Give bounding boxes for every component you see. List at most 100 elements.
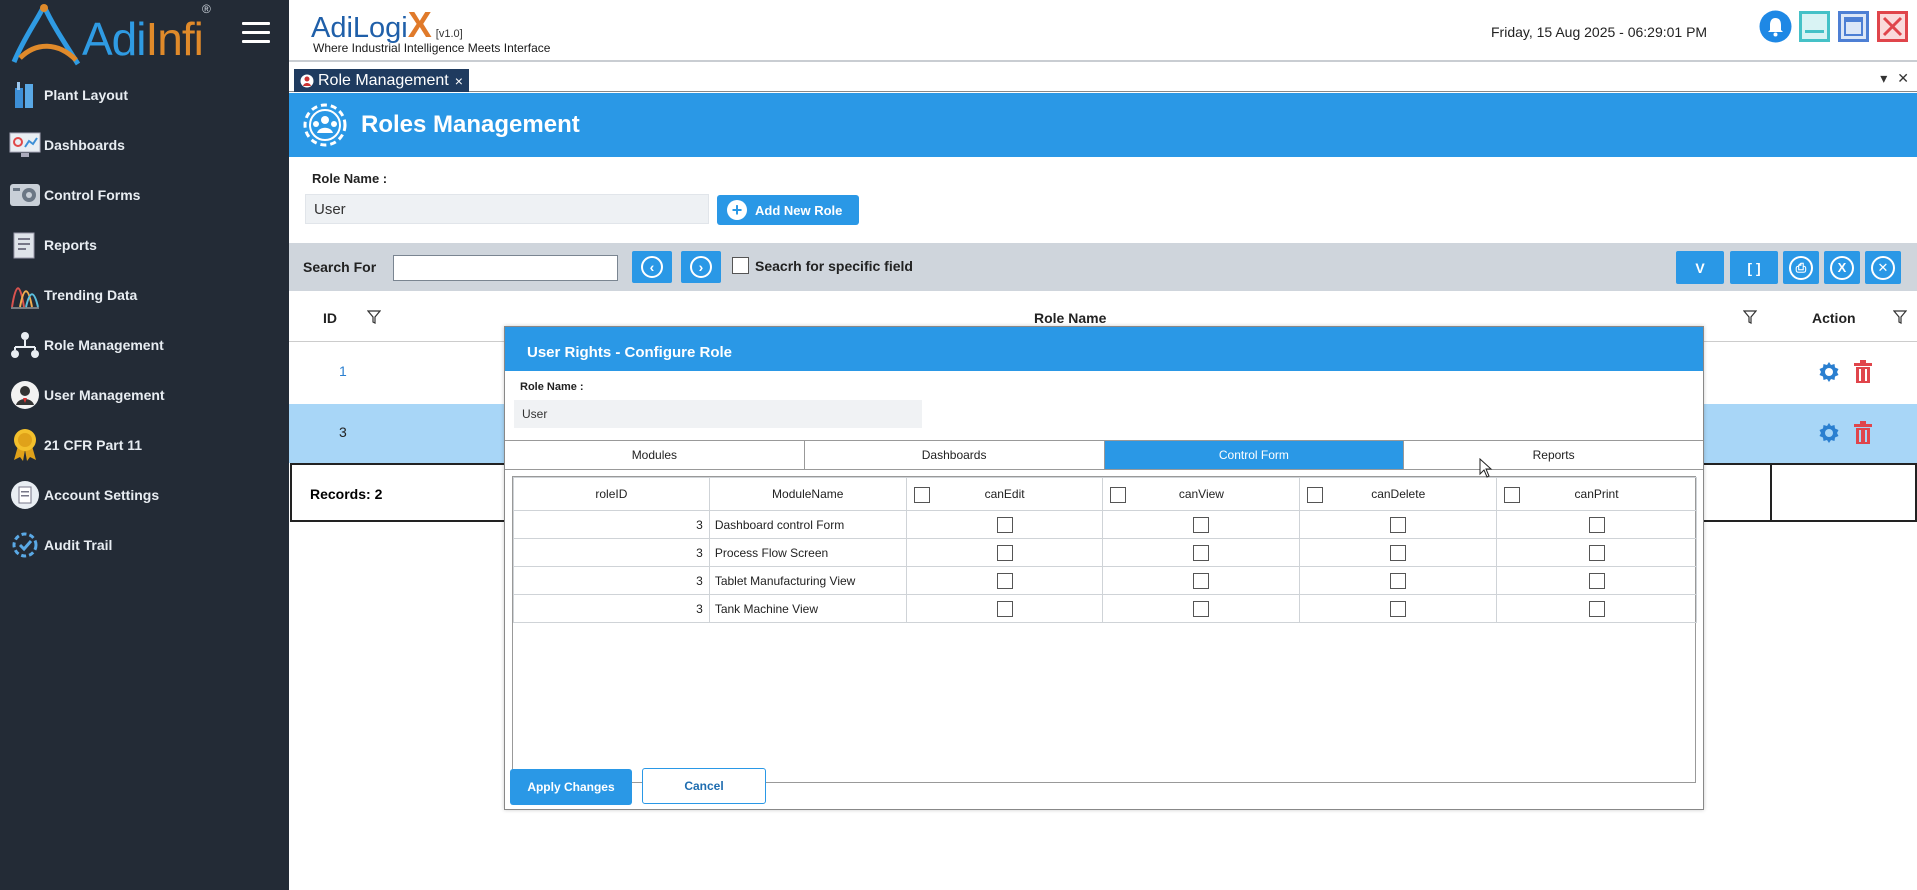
dialog-role-name-label: Role Name : <box>520 381 584 393</box>
canprint-checkbox[interactable] <box>1588 572 1605 589</box>
search-next-button[interactable]: › <box>681 251 721 283</box>
column-header-candelete[interactable]: canDelete <box>1299 477 1498 511</box>
specific-field-checkbox[interactable] <box>732 257 749 274</box>
column-header-id[interactable]: ID <box>323 310 337 326</box>
canprint-checkbox[interactable] <box>1588 544 1605 561</box>
canview-checkbox[interactable] <box>1193 544 1210 561</box>
tab-reports[interactable]: Reports <box>1404 441 1703 469</box>
tab-modules[interactable]: Modules <box>505 441 805 469</box>
filter-icon[interactable] <box>1893 310 1907 324</box>
chevron-left-icon: ‹ <box>641 256 663 278</box>
configure-gear-icon[interactable] <box>1817 360 1841 384</box>
role-id-cell: 3 <box>513 510 710 539</box>
column-header-roleid[interactable]: roleID <box>513 477 710 511</box>
candelete-checkbox[interactable] <box>1390 544 1407 561</box>
select-all-candelete-checkbox[interactable] <box>1307 487 1324 503</box>
sidebar-item-control-forms[interactable]: Control Forms <box>0 170 289 220</box>
canedit-checkbox[interactable] <box>996 544 1013 561</box>
candelete-checkbox[interactable] <box>1390 600 1407 617</box>
role-name-label: Role Name : <box>312 171 388 186</box>
permission-row[interactable]: 3 Tank Machine View <box>513 594 1697 623</box>
canprint-checkbox[interactable] <box>1588 516 1605 533</box>
canedit-checkbox[interactable] <box>996 572 1013 589</box>
tab-dropdown-icon[interactable]: ▾ <box>1880 70 1887 87</box>
filter-icon[interactable] <box>367 310 381 324</box>
sidebar-item-user-management[interactable]: User Management <box>0 370 289 420</box>
column-header-canprint[interactable]: canPrint <box>1496 477 1697 511</box>
plus-icon: + <box>727 200 747 220</box>
sidebar-item-dashboards[interactable]: Dashboards <box>0 120 289 170</box>
sidebar-item-plant-layout[interactable]: Plant Layout <box>0 70 289 120</box>
tab-close-icon[interactable]: × <box>455 73 463 89</box>
roles-settings-icon <box>303 103 347 147</box>
sidebar-item-21-cfr-part-11[interactable]: 21 CFR Part 11 <box>0 420 289 470</box>
sidebar-item-reports[interactable]: Reports <box>0 220 289 270</box>
sidebar-item-role-management[interactable]: Role Management <box>0 320 289 370</box>
sidebar-item-label: Audit Trail <box>44 537 113 553</box>
add-new-role-button[interactable]: + Add New Role <box>717 195 859 225</box>
configure-gear-icon[interactable] <box>1817 421 1841 445</box>
sidebar-item-audit-trail[interactable]: Audit Trail <box>0 520 289 570</box>
tab-control-form[interactable]: Control Form <box>1104 441 1405 469</box>
cancel-button[interactable]: Cancel <box>642 768 766 804</box>
maximize-window-icon[interactable] <box>1837 10 1870 43</box>
sidebar-item-label: Trending Data <box>44 287 138 303</box>
search-specific-field-toggle[interactable]: Seacrh for specific field <box>732 257 913 274</box>
permission-row[interactable]: 3 Dashboard control Form <box>513 510 1697 539</box>
select-all-canview-checkbox[interactable] <box>1110 487 1127 503</box>
sidebar-item-label: Dashboards <box>44 137 125 153</box>
candelete-checkbox[interactable] <box>1390 572 1407 589</box>
column-chooser-button[interactable]: V <box>1676 251 1724 284</box>
role-management-icon <box>8 328 42 362</box>
permission-row[interactable]: 3 Process Flow Screen <box>513 538 1697 567</box>
configure-role-dialog: User Rights - Configure Role Role Name :… <box>504 326 1704 810</box>
clear-search-button[interactable]: ✕ <box>1865 251 1901 284</box>
select-all-canprint-checkbox[interactable] <box>1504 487 1521 503</box>
expand-button[interactable]: [ ] <box>1730 251 1778 284</box>
column-header-modulename[interactable]: ModuleName <box>708 477 907 511</box>
canedit-checkbox[interactable] <box>996 516 1013 533</box>
tab-role-management[interactable]: Role Management × <box>294 69 469 92</box>
tab-dashboards[interactable]: Dashboards <box>804 441 1105 469</box>
canview-checkbox[interactable] <box>1193 572 1210 589</box>
hamburger-menu-icon[interactable] <box>242 22 270 44</box>
print-button[interactable]: ⎙ <box>1783 251 1819 284</box>
column-header-canview[interactable]: canView <box>1102 477 1301 511</box>
filter-icon[interactable] <box>1743 310 1757 324</box>
row-id: 1 <box>339 363 347 379</box>
canview-checkbox[interactable] <box>1193 600 1210 617</box>
canprint-checkbox[interactable] <box>1588 600 1605 617</box>
permission-row[interactable]: 3 Tablet Manufacturing View <box>513 566 1697 595</box>
tab-close-all-icon[interactable]: ✕ <box>1897 70 1909 87</box>
delete-trash-icon[interactable] <box>1853 421 1873 445</box>
column-header-canedit[interactable]: canEdit <box>905 477 1104 511</box>
dialog-tabs: Modules Dashboards Control Form Reports <box>505 440 1703 470</box>
select-all-canedit-checkbox[interactable] <box>913 487 930 503</box>
minimize-window-icon[interactable] <box>1798 10 1831 43</box>
dialog-role-name-field[interactable]: User <box>514 400 922 428</box>
adiinfi-logo: AdiInfi ® <box>6 2 216 68</box>
export-excel-button[interactable]: X <box>1824 251 1860 284</box>
candelete-checkbox[interactable] <box>1390 516 1407 533</box>
column-header-role-name[interactable]: Role Name <box>1034 310 1106 326</box>
module-name-cell: Tablet Manufacturing View <box>708 566 907 595</box>
version-label: [v1.0] <box>435 28 463 40</box>
close-window-icon[interactable] <box>1876 10 1909 43</box>
delete-trash-icon[interactable] <box>1853 360 1873 384</box>
sidebar-item-trending-data[interactable]: Trending Data <box>0 270 289 320</box>
search-input[interactable] <box>393 255 618 281</box>
row-id: 3 <box>339 424 347 440</box>
tab-label: Role Management <box>318 71 449 89</box>
canview-checkbox[interactable] <box>1193 516 1210 533</box>
sidebar-item-account-settings[interactable]: Account Settings <box>0 470 289 520</box>
role-name-input[interactable]: User <box>305 194 709 224</box>
sidebar: AdiInfi ® Plant Layout Dashboards Contro… <box>0 0 289 890</box>
apply-changes-button[interactable]: Apply Changes <box>510 769 632 805</box>
canedit-checkbox[interactable] <box>996 600 1013 617</box>
sidebar-item-label: Account Settings <box>44 487 160 503</box>
search-previous-button[interactable]: ‹ <box>632 251 672 283</box>
excel-icon: X <box>1830 255 1854 280</box>
notification-bell-icon[interactable] <box>1759 10 1792 43</box>
mouse-cursor-icon <box>1479 458 1493 478</box>
brand-name: AdiLogi <box>311 12 408 44</box>
